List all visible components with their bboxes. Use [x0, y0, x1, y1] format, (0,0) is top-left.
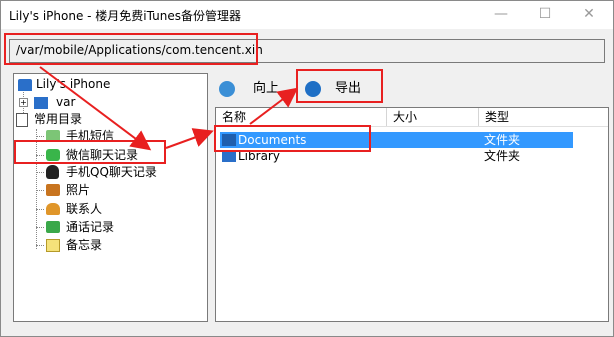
arrow-path-to-wechat: [39, 66, 152, 151]
arrow-wechat-to-documents: [165, 128, 214, 149]
annotation-arrows: [39, 66, 299, 151]
arrow-documents-to-export: [249, 87, 299, 125]
